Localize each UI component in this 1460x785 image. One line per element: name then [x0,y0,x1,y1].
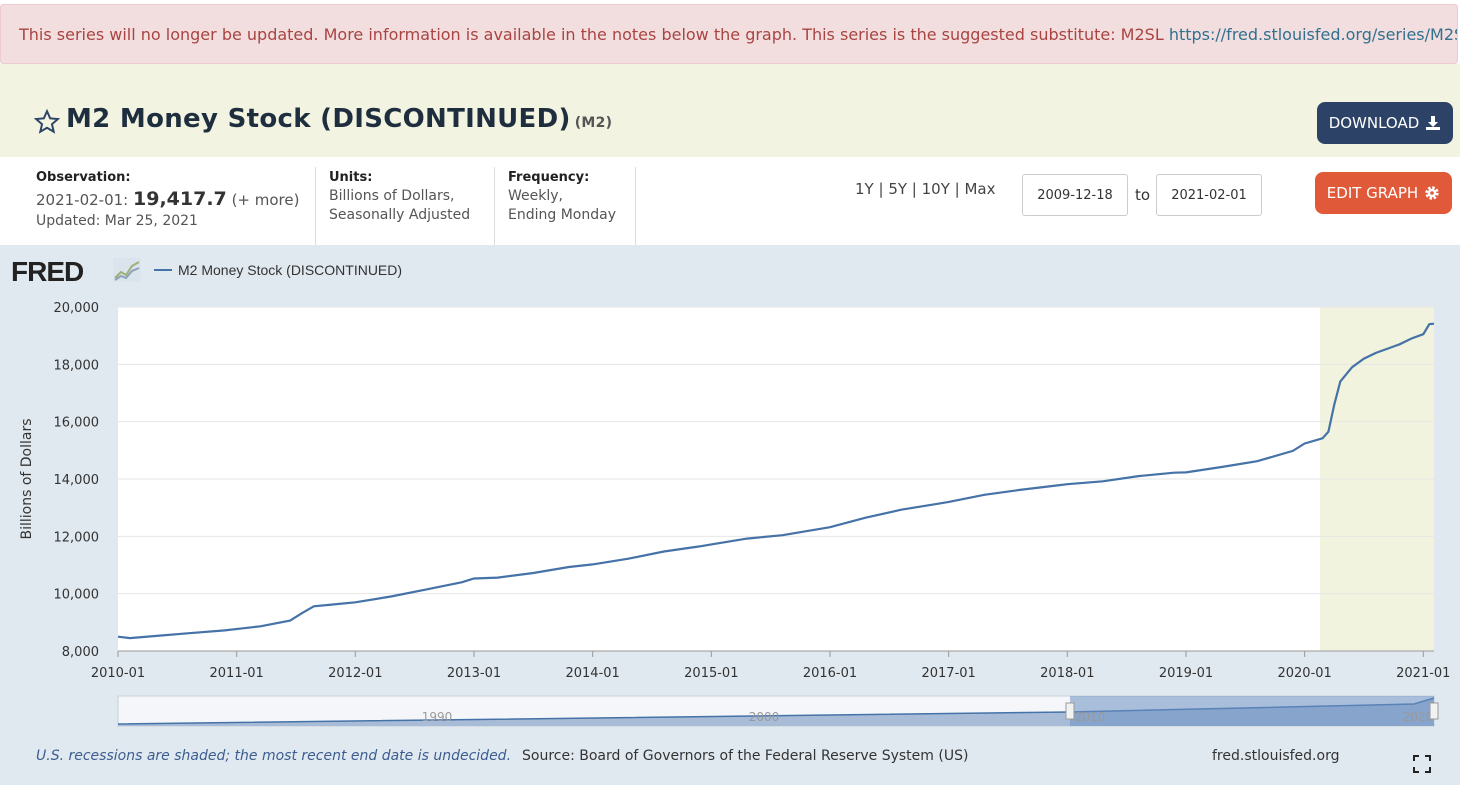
site-link[interactable]: fred.stlouisfed.org [1212,748,1339,764]
to-label: to [1135,186,1151,204]
navigator-handle[interactable] [1065,702,1075,720]
x-tick-label: 2015-01 [684,666,738,681]
y-tick-label: 20,000 [54,301,100,316]
download-label: DOWNLOAD [1328,114,1420,132]
source-note: Source: Board of Governors of the Federa… [522,748,969,764]
chart-legend: M2 Money Stock (DISCONTINUED) [154,262,402,278]
x-tick-label: 2016-01 [803,666,857,681]
discontinued-alert: This series will no longer be updated. M… [0,4,1458,64]
observation-value: 19,417.7 [133,188,227,210]
y-tick-label: 8,000 [62,645,99,660]
end-date-input[interactable]: 2021-02-01 [1156,174,1262,216]
x-tick-label: 2018-01 [1040,666,1094,681]
page-title: M2 Money Stock (DISCONTINUED) (M2) [66,104,612,134]
y-tick-label: 16,000 [54,416,100,431]
frequency-label: Frequency: [508,170,590,185]
frequency-line1: Weekly, [508,188,563,204]
units-label: Units: [329,170,373,185]
series-title: M2 Money Stock (DISCONTINUED) [66,104,571,134]
divider [315,167,316,245]
y-axis-label: Billions of Dollars [19,418,35,539]
observation-more-link[interactable]: (+ more) [232,191,300,209]
star-icon[interactable] [34,109,60,135]
navigator-label: 2000 [749,710,780,724]
fullscreen-icon[interactable] [1413,755,1431,773]
range-10y[interactable]: 10Y [922,180,950,198]
edit-graph-button[interactable]: EDIT GRAPH [1315,172,1452,214]
x-tick-label: 2012-01 [328,666,382,681]
x-tick-label: 2011-01 [210,666,264,681]
navigator-selection [1070,696,1434,726]
navigator-label: 2020 [1403,710,1434,724]
recession-footnote[interactable]: U.S. recessions are shaded; the most rec… [36,748,511,764]
alert-link[interactable]: https://fred.stlouisfed.org/series/M2SL [1169,25,1457,44]
divider [494,167,495,245]
navigator-label: 1990 [422,710,453,724]
observation-label: Observation: [36,170,131,185]
observation-date: 2021-02-01: [36,191,129,209]
x-tick-label: 2017-01 [921,666,975,681]
edit-graph-label: EDIT GRAPH [1326,184,1419,202]
x-tick-label: 2013-01 [447,666,501,681]
observation-block: Observation: 2021-02-01: 19,417.7 (+ mor… [36,169,299,257]
navigator-label: 2010 [1075,710,1106,724]
legend-label: M2 Money Stock (DISCONTINUED) [178,262,403,278]
x-tick-label: 2020-01 [1277,666,1331,681]
range-selector: 1Y | 5Y | 10Y | Max [855,180,996,198]
x-tick-label: 2014-01 [565,666,619,681]
series-id: (M2) [574,115,613,131]
fred-chart-icon [113,258,141,282]
units-line1: Billions of Dollars, [329,188,455,204]
fred-logo[interactable]: FRED [11,256,84,288]
download-icon [1426,116,1441,130]
chart-svg: 8,000 10,000 12,000 14,000 16,000 18,000 20,00… [19,301,1450,727]
divider [635,167,636,245]
alert-text: This series will no longer be updated. M… [19,25,1169,44]
gear-icon [1425,186,1439,200]
units-line2: Seasonally Adjusted [329,207,471,223]
x-tick-label: 2010-01 [91,666,145,681]
y-tick-label: 12,000 [54,530,100,545]
y-tick-label: 18,000 [54,358,100,373]
y-tick-label: 10,000 [54,588,100,603]
units-block: Units: Billions of Dollars, Seasonally A… [329,169,470,257]
range-1y[interactable]: 1Y [855,180,874,198]
legend-swatch [154,269,172,271]
start-date-input[interactable]: 2009-12-18 [1022,174,1128,216]
updated-date: Updated: Mar 25, 2021 [36,213,198,229]
navigator-handle[interactable] [1429,702,1439,720]
range-max[interactable]: Max [964,180,995,198]
frequency-block: Frequency: Weekly, Ending Monday [508,169,616,257]
y-tick-label: 14,000 [54,473,100,488]
range-5y[interactable]: 5Y [888,180,907,198]
frequency-line2: Ending Monday [508,207,616,223]
download-button[interactable]: DOWNLOAD [1317,102,1453,144]
x-tick-label: 2021-01 [1396,666,1450,681]
x-tick-label: 2019-01 [1159,666,1213,681]
